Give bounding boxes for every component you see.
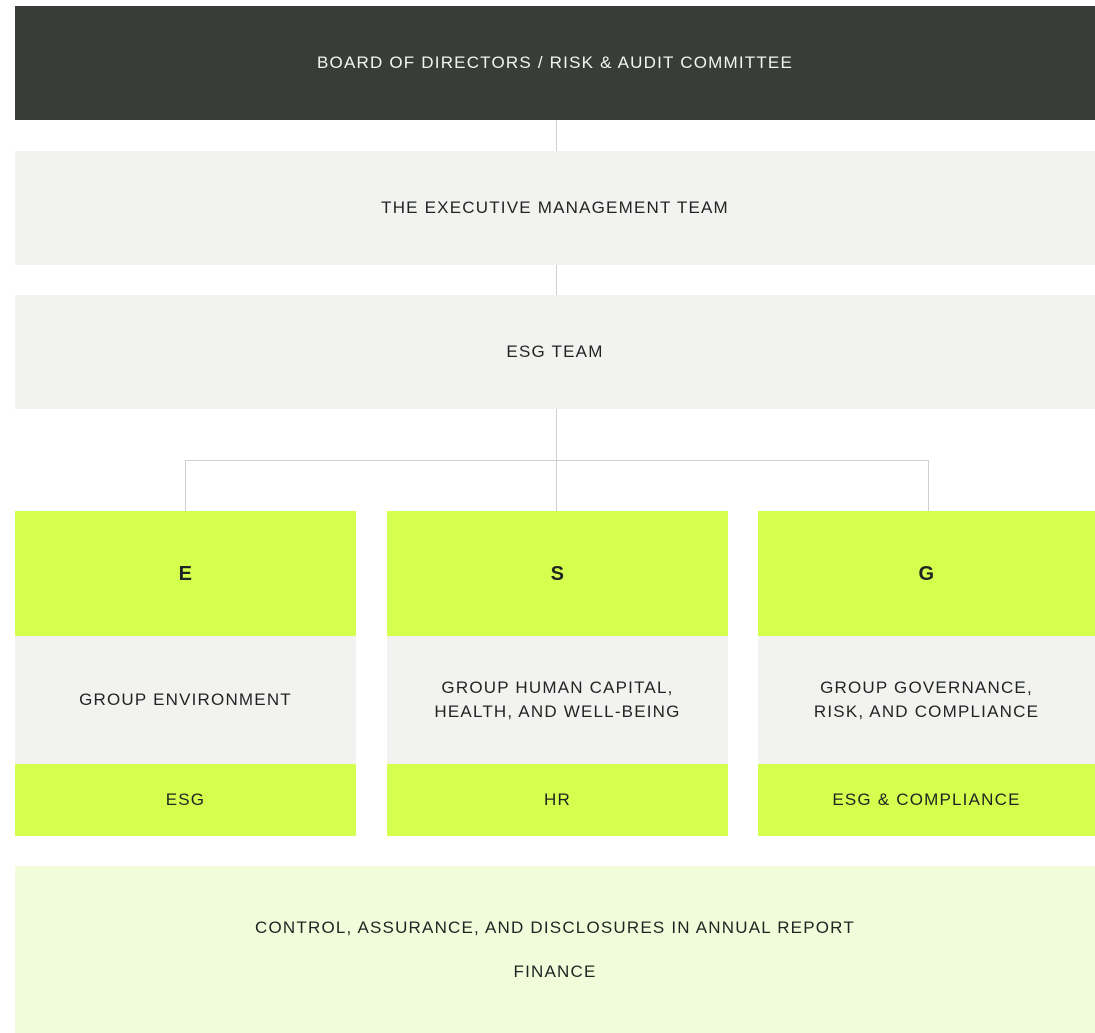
esg-team-label: ESG TEAM [506, 342, 604, 361]
pillar-g-owner-box: ESG & COMPLIANCE [758, 764, 1095, 836]
pillar-s-letter: S [550, 562, 565, 585]
pillar-e-function-box: GROUP ENVIRONMENT [15, 636, 356, 764]
connector-board-executive [556, 120, 557, 151]
pillar-g-function-box: GROUP GOVERNANCE, RISK, AND COMPLIANCE [758, 636, 1095, 764]
pillar-s-owner-box: HR [387, 764, 728, 836]
footer-disclosures-label: CONTROL, ASSURANCE, AND DISCLOSURES IN A… [255, 917, 855, 937]
executive-label: THE EXECUTIVE MANAGEMENT TEAM [381, 198, 729, 217]
pillar-e-owner-box: ESG [15, 764, 356, 836]
pillar-g-function: GROUP GOVERNANCE, RISK, AND COMPLIANCE [813, 678, 1040, 721]
pillar-s-letter-box: S [387, 511, 728, 636]
pillar-s-function-box: GROUP HUMAN CAPITAL, HEALTH, AND WELL-BE… [387, 636, 728, 764]
pillar-g-letter: G [918, 562, 935, 585]
pillar-s-owner: HR [544, 790, 571, 809]
connector-executive-esg-team [556, 265, 557, 295]
pillar-e-function: GROUP ENVIRONMENT [79, 690, 292, 709]
connector-branch-g [928, 460, 929, 511]
board-box: BOARD OF DIRECTORS / RISK & AUDIT COMMIT… [15, 6, 1095, 120]
connector-horizontal-branch [185, 460, 928, 461]
pillar-e-letter-box: E [15, 511, 356, 636]
footer-finance-label: FINANCE [513, 961, 597, 981]
footer-box: CONTROL, ASSURANCE, AND DISCLOSURES IN A… [15, 866, 1095, 1033]
executive-box: THE EXECUTIVE MANAGEMENT TEAM [15, 151, 1095, 265]
pillar-e-owner: ESG [165, 790, 206, 809]
pillar-e-letter: E [178, 562, 193, 585]
board-label: BOARD OF DIRECTORS / RISK & AUDIT COMMIT… [316, 53, 794, 72]
pillar-s-function: GROUP HUMAN CAPITAL, HEALTH, AND WELL-BE… [434, 678, 681, 721]
pillar-g-owner: ESG & COMPLIANCE [832, 790, 1021, 809]
esg-team-box: ESG TEAM [15, 295, 1095, 409]
pillar-g-letter-box: G [758, 511, 1095, 636]
connector-branch-e [185, 460, 186, 511]
